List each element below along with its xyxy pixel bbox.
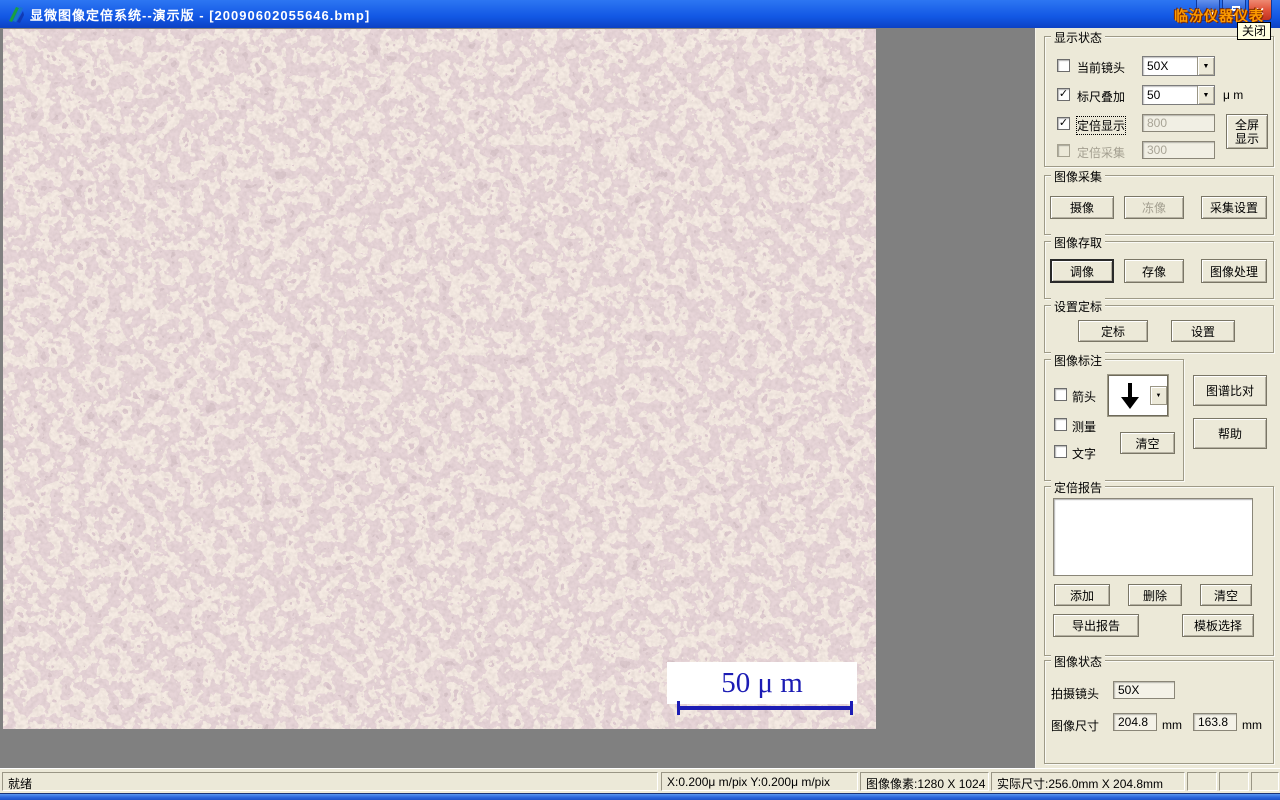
status-pixels: 图像像素:1280 X 1024 [860,772,989,791]
load-image-button[interactable]: 调像 [1050,259,1114,283]
calibrate-button[interactable]: 定标 [1078,320,1148,342]
group-annotation-title: 图像标注 [1051,352,1106,369]
status-bar: 就绪 X:0.200μ m/pix Y:0.200μ m/pix 图像像素:12… [0,768,1280,793]
export-report-button[interactable]: 导出报告 [1053,614,1139,637]
status-actual-size: 实际尺寸:256.0mm X 204.8mm [991,772,1185,791]
window-bottom-border [0,793,1280,800]
help-button[interactable]: 帮助 [1193,418,1267,449]
measure-label: 测量 [1072,420,1097,434]
arrow-checkbox[interactable] [1054,388,1067,401]
shoot-lens-label: 拍摄镜头 [1051,687,1100,701]
control-sidebar: 显示状态 当前镜头 50X ▼ 标尺叠加 50 ▼ μ m 定倍显示 800 定… [1035,28,1280,768]
ruler-overlay-checkbox[interactable] [1057,88,1070,101]
image-height-unit: mm [1242,718,1262,732]
chevron-down-icon[interactable]: ▼ [1197,57,1214,75]
arrow-down-icon [1109,376,1150,415]
arrow-label: 箭头 [1072,390,1097,404]
fixed-display-label: 定倍显示 [1075,116,1127,135]
group-image-status-title: 图像状态 [1051,653,1106,670]
close-tooltip: 关闭 [1237,22,1271,40]
fixed-capture-label: 定倍采集 [1077,146,1126,160]
current-lens-label: 当前镜头 [1077,61,1126,75]
chevron-down-icon[interactable]: ▼ [1197,86,1214,104]
group-calibration-title: 设置定标 [1051,298,1106,315]
ruler-value: 50 [1147,88,1161,102]
image-width-unit: mm [1162,718,1182,732]
status-ready: 就绪 [2,772,658,791]
fixed-capture-checkbox [1057,144,1070,157]
scale-overlay-box: 50 μ m [667,662,857,704]
fixed-capture-input: 300 [1142,141,1215,159]
image-height-value: 163.8 [1193,713,1237,731]
capture-settings-button[interactable]: 采集设置 [1201,196,1267,219]
chevron-down-icon[interactable]: ▼ [1150,386,1167,405]
group-image-capture-title: 图像采集 [1051,168,1106,185]
image-size-label: 图像尺寸 [1051,719,1100,733]
scale-overlay-line [677,701,853,715]
report-delete-button[interactable]: 删除 [1128,584,1182,606]
current-lens-value: 50X [1147,59,1169,73]
report-add-button[interactable]: 添加 [1054,584,1110,606]
current-lens-checkbox[interactable] [1057,59,1070,72]
window-title: 显微图像定倍系统--演示版 - [20090602055646.bmp] [30,8,371,23]
group-image-storage-title: 图像存取 [1051,234,1106,251]
shoot-lens-value: 50X [1113,681,1175,699]
image-process-button[interactable]: 图像处理 [1201,259,1267,283]
report-clear-button[interactable]: 清空 [1200,584,1252,606]
scale-overlay-label: 50 μ m [721,666,803,699]
fullscreen-button-line2: 显示 [1234,131,1259,146]
image-width-value: 204.8 [1113,713,1157,731]
freeze-button: 冻像 [1124,196,1184,219]
status-spare-1 [1187,772,1217,791]
shoot-button[interactable]: 摄像 [1050,196,1114,219]
annotation-clear-button[interactable]: 清空 [1120,432,1175,454]
atlas-compare-button[interactable]: 图谱比对 [1193,375,1267,406]
template-select-button[interactable]: 模板选择 [1182,614,1254,637]
fullscreen-button[interactable]: 全屏 显示 [1226,114,1268,149]
group-display-status-title: 显示状态 [1051,29,1106,46]
status-spare-2 [1219,772,1249,791]
measure-checkbox[interactable] [1054,418,1067,431]
status-scale: X:0.200μ m/pix Y:0.200μ m/pix [661,772,858,791]
app-icon [9,7,24,23]
micrograph-viewport[interactable]: 50 μ m [3,29,876,729]
ruler-value-select[interactable]: 50 ▼ [1142,85,1215,105]
application-window: 显微图像定倍系统--演示版 - [20090602055646.bmp] × 临… [0,0,1280,800]
text-label: 文字 [1072,447,1097,461]
report-listbox[interactable] [1053,498,1253,576]
current-lens-select[interactable]: 50X ▼ [1142,56,1215,76]
arrow-style-select[interactable]: ▼ [1108,375,1168,416]
fixed-display-input: 800 [1142,114,1215,132]
text-checkbox[interactable] [1054,445,1067,458]
fullscreen-button-line1: 全屏 [1234,117,1259,132]
ruler-overlay-label: 标尺叠加 [1077,90,1126,104]
status-spare-3 [1251,772,1279,791]
fixed-display-checkbox[interactable] [1057,117,1070,130]
micrograph-image [3,29,876,729]
title-bar: 显微图像定倍系统--演示版 - [20090602055646.bmp] × 临… [0,0,1280,28]
calibration-setup-button[interactable]: 设置 [1171,320,1235,342]
group-image-status: 图像状态 [1044,653,1274,764]
save-image-button[interactable]: 存像 [1124,259,1184,283]
ruler-unit-label: μ m [1223,88,1244,102]
group-report-title: 定倍报告 [1051,479,1106,496]
